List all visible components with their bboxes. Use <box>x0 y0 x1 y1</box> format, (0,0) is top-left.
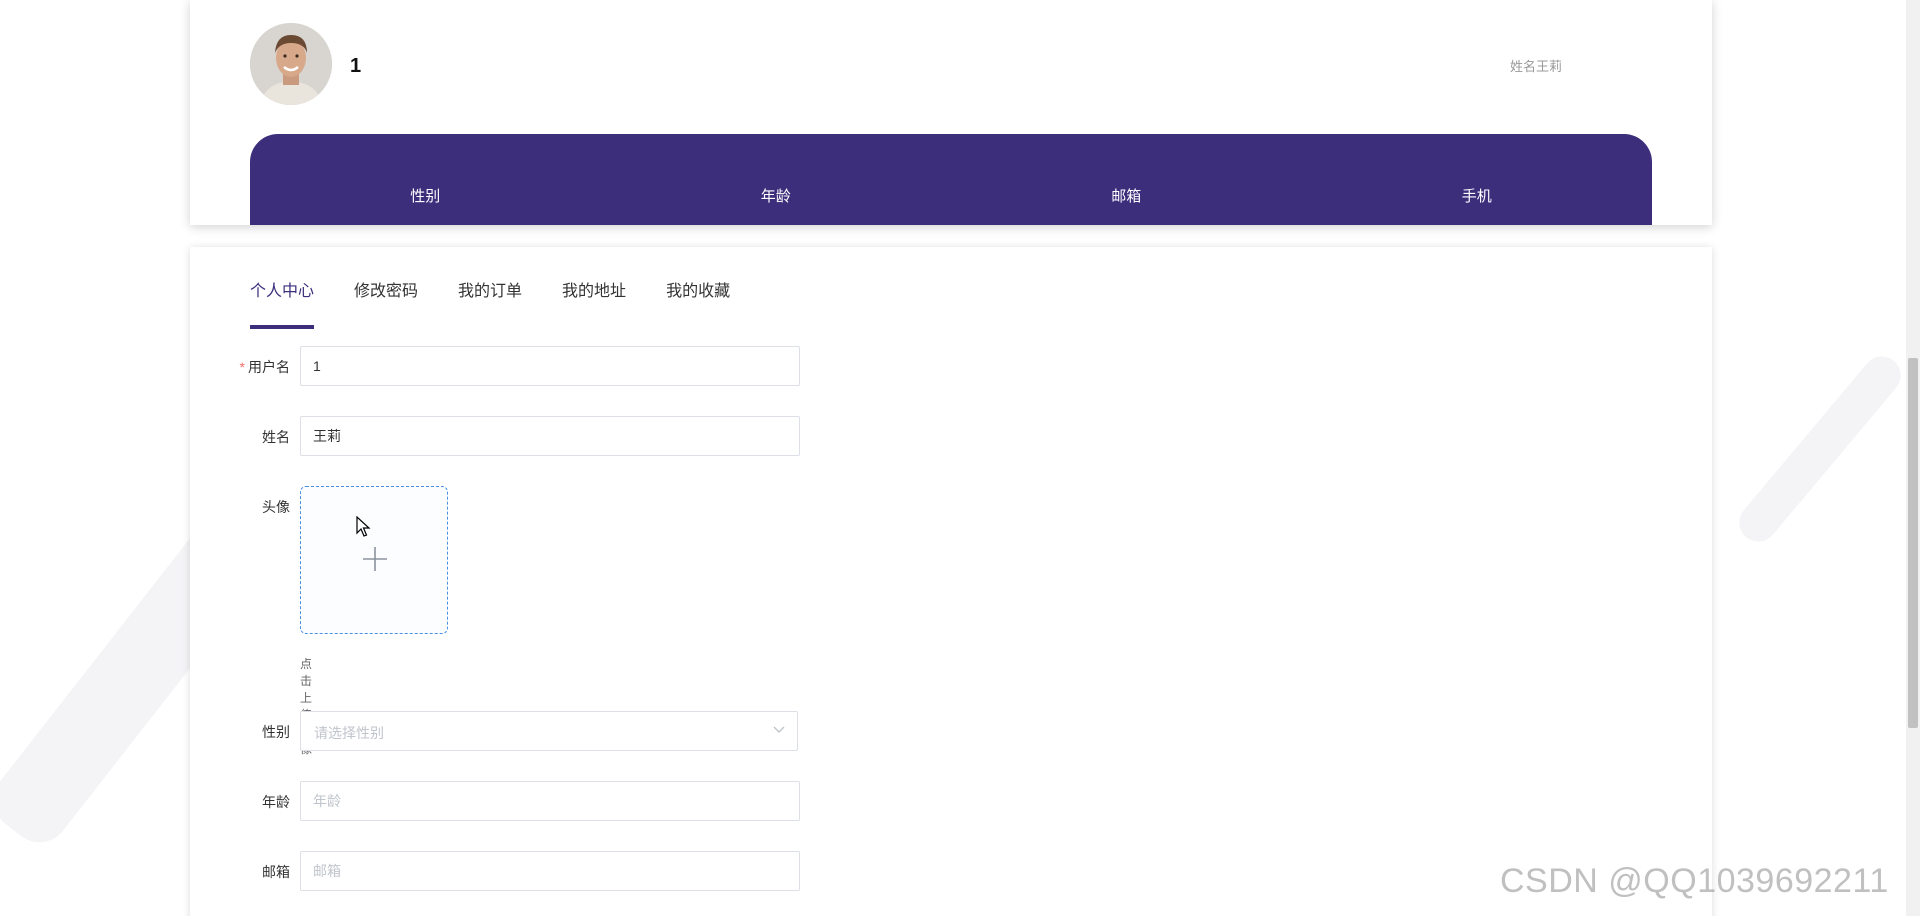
content-card: 个人中心 修改密码 我的订单 我的地址 我的收藏 *用户名 姓名 头像 <box>190 247 1712 916</box>
required-mark: * <box>239 359 245 375</box>
avatar <box>250 23 332 105</box>
info-item-phone: 手机 <box>1461 188 1492 205</box>
gender-label: 性别 <box>262 724 290 740</box>
tab-my-addresses[interactable]: 我的地址 <box>562 277 626 329</box>
mouse-cursor-icon <box>356 516 371 537</box>
avatar-label: 头像 <box>262 499 290 515</box>
username-label-text: 用户名 <box>248 359 290 375</box>
profile-name-display: 姓名王莉 <box>1509 59 1562 74</box>
email-label: 邮箱 <box>262 864 290 880</box>
gender-select-placeholder: 请选择性别 <box>314 725 384 741</box>
info-item-age: 年龄 <box>760 188 791 205</box>
info-item-email: 邮箱 <box>1111 188 1142 205</box>
page: 1 姓名王莉 性别 年龄 邮箱 手机 个人中心 修改密码 我的订单 我的地址 我… <box>0 0 1920 916</box>
name-input[interactable] <box>300 416 800 456</box>
watermark: CSDN @QQ1039692211 <box>1500 862 1889 900</box>
name-label: 姓名 <box>262 429 290 445</box>
profile-card: 1 姓名王莉 性别 年龄 邮箱 手机 <box>190 0 1712 225</box>
profile-info-bar: 性别 年龄 邮箱 手机 <box>250 134 1652 225</box>
email-input[interactable] <box>300 851 800 891</box>
username-label: * 用户名 <box>210 357 290 377</box>
gender-select[interactable]: 请选择性别 <box>300 711 798 751</box>
age-input[interactable] <box>300 781 800 821</box>
info-item-gender: 性别 <box>410 188 441 205</box>
avatar-image <box>250 23 332 105</box>
profile-username: 1 <box>350 55 362 77</box>
tab-my-orders[interactable]: 我的订单 <box>458 277 522 329</box>
chevron-down-icon <box>773 726 785 733</box>
plus-icon <box>363 547 387 571</box>
scrollbar-thumb[interactable] <box>1908 358 1918 728</box>
tab-change-password[interactable]: 修改密码 <box>354 277 418 329</box>
tab-bar: 个人中心 修改密码 我的订单 我的地址 我的收藏 <box>250 277 770 329</box>
age-label: 年龄 <box>262 794 290 810</box>
tab-my-favorites[interactable]: 我的收藏 <box>666 277 730 329</box>
username-input[interactable] <box>300 346 800 386</box>
avatar-upload-button[interactable] <box>300 486 448 634</box>
tab-personal-center[interactable]: 个人中心 <box>250 277 315 329</box>
background-decoration <box>1731 348 1909 550</box>
